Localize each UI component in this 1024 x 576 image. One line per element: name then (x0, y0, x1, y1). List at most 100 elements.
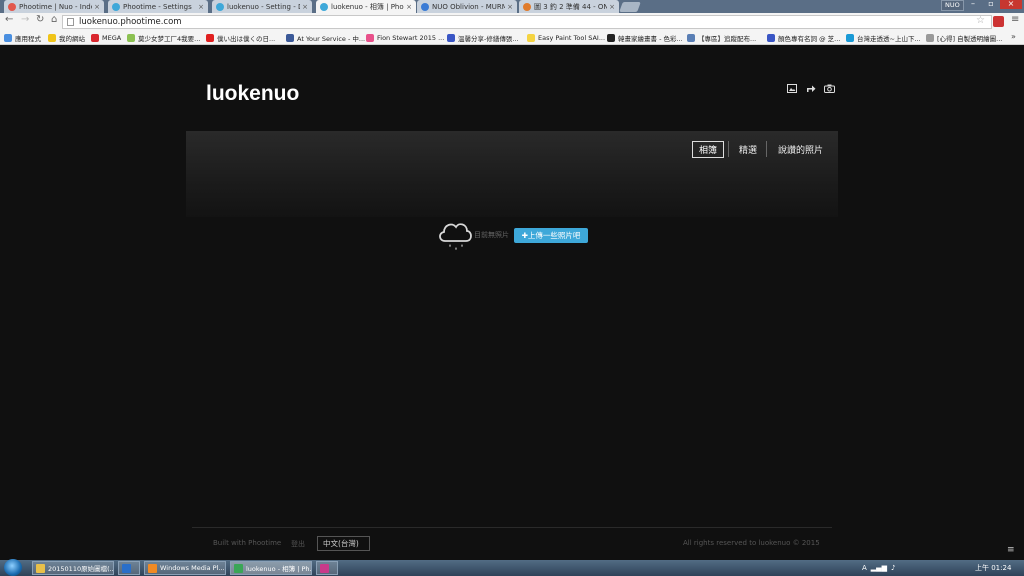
tab-albums[interactable]: 相簿 (692, 141, 724, 158)
profile-button[interactable]: NUO (941, 0, 964, 11)
browser-tab[interactable]: Phootime - Settings × (108, 0, 208, 13)
reload-button[interactable]: ↻ (36, 14, 44, 25)
close-tab-icon[interactable]: × (609, 3, 615, 11)
taskbar-item[interactable] (118, 561, 140, 575)
bookmark-label: 溫馨分享-修繕傳張... (458, 35, 519, 43)
bookmark-label: At Your Service - 中... (297, 35, 366, 43)
taskbar-app-icon (122, 563, 131, 573)
tab-title: NUO Oblivion - MURMU (432, 2, 506, 11)
new-tab-button[interactable] (619, 2, 641, 12)
upload-photos-button[interactable]: ✚上傳一些照片吧 (514, 228, 588, 243)
bookmark-item[interactable]: Fion Stewart 2015 ... (366, 32, 444, 44)
bookmark-item[interactable]: 溫馨分享-修繕傳張... (447, 32, 519, 44)
bookmark-label: Easy Paint Tool SAI... (538, 34, 606, 42)
taskbar-app-icon (234, 563, 243, 573)
bookmark-item[interactable]: MEGA (91, 32, 121, 44)
address-url: luokenuo.phootime.com (79, 17, 182, 27)
tab-title: Phootime | Nuo - Index (19, 2, 93, 11)
rain-cloud-icon (436, 216, 474, 258)
bookmark-item[interactable]: 顏色專有名詞 @ 芝... (767, 32, 840, 44)
taskbar-item[interactable]: 20150110原始圖檔(... (32, 561, 114, 575)
tab-title: Phootime - Settings (123, 2, 192, 11)
close-tab-icon[interactable]: × (406, 3, 412, 11)
close-tab-icon[interactable]: × (198, 3, 204, 11)
bookmark-item[interactable]: 我的網站 (48, 32, 85, 44)
taskbar-item-label: 20150110原始圖檔(... (48, 565, 114, 573)
logout-link[interactable]: 登出 (291, 539, 305, 549)
bookmark-label: Fion Stewart 2015 ... (377, 34, 445, 42)
bookmark-favicon-icon (926, 34, 934, 42)
browser-tab[interactable]: luokenuo - Setting - Des× (212, 0, 312, 13)
image-icon[interactable] (786, 82, 798, 94)
volume-icon[interactable]: ♪ (891, 564, 895, 572)
browser-tab[interactable]: NUO Oblivion - MURMU × (417, 0, 517, 13)
tab-favicon-icon (523, 2, 531, 11)
extension-icon[interactable] (993, 16, 1004, 27)
bookmark-star-icon[interactable]: ☆ (976, 15, 985, 26)
browser-tab[interactable]: luokenuo - 相簿 | Phooti× (316, 0, 416, 13)
close-tab-icon[interactable]: × (302, 3, 308, 11)
home-button[interactable]: ⌂ (51, 14, 57, 25)
bookmark-item[interactable]: 應用程式 (4, 32, 41, 44)
bookmark-favicon-icon (91, 34, 99, 42)
taskbar-app-icon (148, 563, 157, 573)
site-title[interactable]: luokenuo (206, 82, 299, 106)
bookmark-item[interactable]: [心得] 自製透明繪圖... (926, 32, 1002, 44)
bookmark-favicon-icon (4, 34, 12, 42)
taskbar-item[interactable]: luokenuo - 相簿 | Ph... (230, 561, 312, 575)
tab-title: luokenuo - 相簿 | Phooti (331, 2, 404, 11)
close-window-button[interactable]: × (1000, 0, 1022, 9)
bookmark-favicon-icon (366, 34, 374, 42)
bookmark-label: 莫少女梦工厂4我要... (138, 35, 201, 43)
footer-divider (192, 527, 832, 528)
close-tab-icon[interactable]: × (94, 3, 100, 11)
bookmark-favicon-icon (286, 34, 294, 42)
browser-tab[interactable]: 圖 3 釣 2 準備 44 - ONE × (519, 0, 619, 13)
bookmark-item[interactable]: 韓畫家繪畫書 - 色彩... (607, 32, 683, 44)
built-with-link[interactable]: Built with Phootime (213, 539, 281, 547)
start-button[interactable] (4, 559, 22, 576)
maximize-button[interactable]: ▫ (980, 0, 1002, 9)
tab-liked-photos[interactable]: 說讚的照片 (778, 141, 823, 158)
copyright-text: All rights reserved to luokenuo © 2015 (683, 539, 820, 547)
bookmark-item[interactable]: 台灣走透透~上山下... (846, 32, 921, 44)
tab-featured[interactable]: 精選 (739, 141, 757, 158)
browser-menu-icon[interactable]: ≡ (1011, 14, 1019, 25)
camera-icon[interactable] (823, 82, 835, 94)
language-indicator[interactable]: A (862, 564, 867, 572)
empty-state-text: 目前無照片 (474, 231, 509, 239)
bookmark-label: 顏色專有名詞 @ 芝... (778, 35, 841, 43)
bookmark-label: MEGA (102, 34, 122, 42)
bookmark-item[interactable]: 僕い出は僕くの日... (206, 32, 275, 44)
page-body (0, 45, 1024, 560)
address-bar[interactable]: luokenuo.phootime.com (62, 15, 992, 29)
system-clock[interactable]: 上午 01:24 (975, 563, 1011, 573)
bookmark-item[interactable]: At Your Service - 中... (286, 32, 365, 44)
bookmark-item[interactable]: 莫少女梦工厂4我要... (127, 32, 200, 44)
bookmark-favicon-icon (846, 34, 854, 42)
taskbar-item[interactable]: Windows Media Pl... (144, 561, 226, 575)
taskbar-app-icon (320, 563, 329, 573)
back-button[interactable]: ← (5, 14, 13, 25)
bookmark-item[interactable]: 【專區】追蹤配布... (687, 32, 756, 44)
page-icon (67, 18, 74, 26)
taskbar-item-label: Windows Media Pl... (160, 564, 225, 572)
bookmark-label: 僕い出は僕くの日... (217, 35, 276, 43)
bookmark-item[interactable]: Easy Paint Tool SAI... (527, 32, 605, 44)
taskbar-item-label: luokenuo - 相簿 | Ph... (246, 565, 312, 573)
bookmarks-overflow-button[interactable]: » (1011, 32, 1016, 41)
bookmark-favicon-icon (447, 34, 455, 42)
bookmark-favicon-icon (527, 34, 535, 42)
close-tab-icon[interactable]: × (507, 3, 513, 11)
bookmark-favicon-icon (607, 34, 615, 42)
system-tray: A ▂▄▆ ♪ (862, 562, 895, 574)
tab-title: luokenuo - Setting - Des (227, 2, 300, 11)
forward-button[interactable]: → (21, 14, 29, 25)
taskbar-item[interactable] (316, 561, 338, 575)
share-icon[interactable] (805, 82, 817, 94)
network-icon[interactable]: ▂▄▆ (871, 564, 887, 572)
tab-favicon-icon (8, 2, 16, 11)
language-select[interactable]: 中文(台灣) (317, 536, 370, 551)
page-menu-icon[interactable]: ≡ (1007, 545, 1018, 555)
browser-tab[interactable]: Phootime | Nuo - Index × (4, 0, 104, 13)
